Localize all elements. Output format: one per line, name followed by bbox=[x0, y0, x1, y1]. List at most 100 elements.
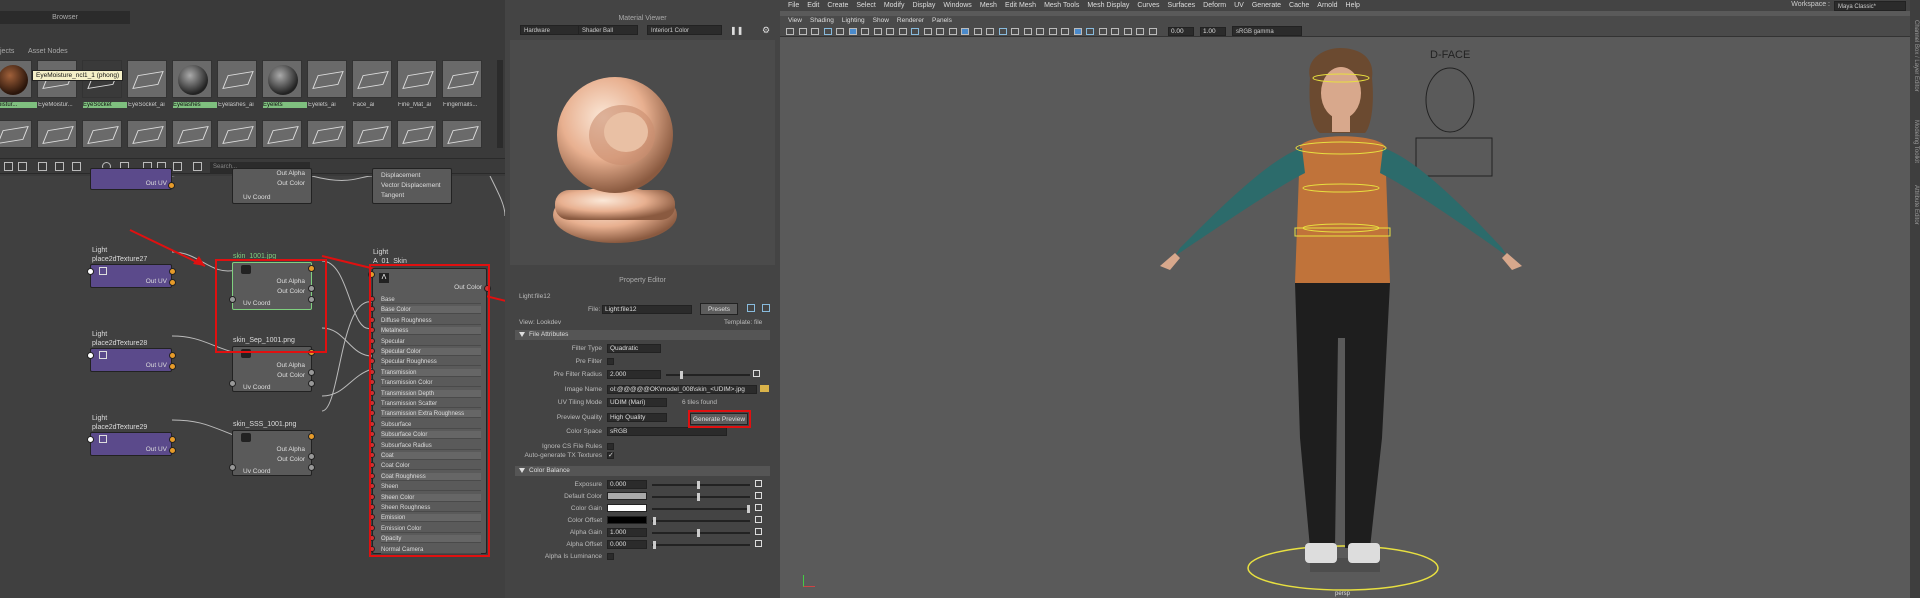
menu-item[interactable]: File bbox=[788, 2, 799, 9]
tab-attribute-editor[interactable]: Attribute Editor bbox=[1913, 185, 1919, 225]
material-swatch[interactable] bbox=[127, 120, 167, 148]
material-swatch[interactable]: Moistur... bbox=[0, 60, 37, 108]
place2d-out-port[interactable] bbox=[169, 352, 176, 359]
menu-item[interactable]: Deform bbox=[1203, 2, 1226, 9]
map-icon[interactable] bbox=[755, 516, 762, 523]
pe-color-knob[interactable] bbox=[697, 493, 700, 501]
material-swatch[interactable]: Eyelashes bbox=[172, 60, 217, 108]
viewport-tool-icon[interactable] bbox=[1023, 28, 1032, 35]
viewport-tool-icon[interactable] bbox=[1048, 28, 1057, 35]
viewport-tool-icon[interactable] bbox=[1148, 28, 1157, 35]
pe-row-checkbox[interactable]: ✓ bbox=[607, 452, 614, 459]
place2d-node[interactable]: Out UV bbox=[90, 432, 172, 456]
material-swatch[interactable] bbox=[37, 120, 77, 148]
place2d-in-port[interactable] bbox=[87, 268, 94, 275]
workspace-dropdown[interactable]: Maya Classic* bbox=[1834, 1, 1906, 11]
pe-slider[interactable] bbox=[666, 374, 750, 376]
pe-color-checkbox[interactable] bbox=[607, 553, 614, 560]
presets-button[interactable]: Presets bbox=[700, 303, 738, 315]
viewport-tool-icon[interactable] bbox=[848, 28, 857, 35]
renderer-dropdown[interactable]: Hardware bbox=[520, 25, 580, 35]
viewport-tool-icon[interactable] bbox=[948, 28, 957, 35]
pe-row-field[interactable]: ol:@@@@@OK\model_008\skin_<UDIM>.jpg bbox=[607, 385, 757, 394]
menu-item[interactable]: Windows bbox=[943, 2, 971, 9]
place2d-in-port[interactable] bbox=[87, 352, 94, 359]
viewport-tool-icon[interactable] bbox=[798, 28, 807, 35]
viewport-tool-icon[interactable] bbox=[961, 28, 969, 35]
material-swatch[interactable]: Fine_Mat_ai bbox=[397, 60, 442, 108]
viewport-value-2[interactable]: 1.00 bbox=[1200, 27, 1226, 36]
material-swatch[interactable] bbox=[352, 120, 392, 148]
environment-dropdown[interactable]: Interior1 Color bbox=[647, 25, 722, 35]
section-file-attributes[interactable]: File Attributes bbox=[515, 330, 770, 340]
file-out-port[interactable] bbox=[308, 433, 315, 440]
viewport-tool-icon[interactable] bbox=[1061, 28, 1069, 35]
pe-color-field[interactable]: 0.000 bbox=[607, 540, 647, 549]
pin-icon[interactable] bbox=[747, 304, 755, 312]
file-out-alpha-port[interactable] bbox=[308, 369, 315, 376]
pe-color-slider[interactable] bbox=[652, 532, 750, 534]
material-swatch[interactable]: Eyelets_ai bbox=[307, 60, 352, 108]
place2d-out-uv-port[interactable] bbox=[169, 279, 176, 286]
collapse-file-icon[interactable] bbox=[519, 332, 525, 337]
menu-item[interactable]: Curves bbox=[1137, 2, 1159, 9]
viewport-scene[interactable]: D-FACE persp bbox=[780, 38, 1910, 598]
viewport-menu-item[interactable]: Shading bbox=[810, 17, 834, 24]
map-icon[interactable] bbox=[755, 480, 762, 487]
viewport-tool-icon[interactable] bbox=[898, 28, 907, 35]
menu-item[interactable]: Modify bbox=[884, 2, 905, 9]
top-file-node[interactable]: Out Alpha Out Color Uv Coord bbox=[232, 168, 312, 204]
material-swatch[interactable] bbox=[82, 120, 122, 148]
menu-item[interactable]: Create bbox=[827, 2, 848, 9]
filter-icon[interactable] bbox=[173, 162, 182, 171]
menu-item[interactable]: Edit bbox=[807, 2, 819, 9]
material-swatch[interactable]: Fingernails... bbox=[442, 60, 487, 108]
viewport-tool-icon[interactable] bbox=[1011, 28, 1019, 35]
file-uv-port[interactable] bbox=[229, 464, 236, 471]
viewport-tool-icon[interactable] bbox=[886, 28, 894, 35]
material-swatch[interactable] bbox=[217, 120, 257, 148]
menu-item[interactable]: Edit Mesh bbox=[1005, 2, 1036, 9]
place2d-node[interactable]: Out UV bbox=[90, 264, 172, 288]
viewport-tool-icon[interactable] bbox=[998, 28, 1007, 35]
tab-channel-box[interactable]: Channel Box / Layer Editor bbox=[1913, 20, 1919, 92]
material-swatch[interactable]: EyeSocket_ai bbox=[127, 60, 172, 108]
place2d-out-port[interactable] bbox=[169, 436, 176, 443]
viewport-menu-item[interactable]: Show bbox=[873, 17, 889, 24]
viewport-tool-icon[interactable] bbox=[1136, 28, 1144, 35]
shape-dropdown[interactable]: Shader Ball bbox=[578, 25, 638, 35]
layout-icon[interactable] bbox=[4, 162, 13, 171]
viewport-tool-icon[interactable] bbox=[923, 28, 932, 35]
file-out-color-port[interactable] bbox=[308, 464, 315, 471]
viewport-menu-item[interactable]: Lighting bbox=[842, 17, 865, 24]
pe-row-field[interactable]: High Quality bbox=[607, 413, 667, 422]
viewport-tool-icon[interactable] bbox=[811, 28, 819, 35]
menu-item[interactable]: Arnold bbox=[1317, 2, 1337, 9]
section-color-balance[interactable]: Color Balance bbox=[515, 466, 770, 476]
viewport-tool-icon[interactable] bbox=[823, 28, 832, 35]
material-swatch[interactable]: Eyelashes_ai bbox=[217, 60, 262, 108]
top-skin-node-part[interactable]: Displacement Vector Displacement Tangent bbox=[372, 168, 452, 204]
material-swatch[interactable] bbox=[442, 120, 482, 148]
viewport-tool-icon[interactable] bbox=[1073, 28, 1082, 35]
box-icon[interactable] bbox=[193, 162, 202, 171]
top-place2d-node[interactable]: Out UV bbox=[90, 168, 172, 190]
grid-icon[interactable] bbox=[18, 162, 27, 171]
viewport-tool-icon[interactable] bbox=[986, 28, 994, 35]
pe-color-knob[interactable] bbox=[747, 505, 750, 513]
pe-row-checkbox[interactable] bbox=[607, 443, 614, 450]
focus-icon[interactable] bbox=[762, 304, 770, 312]
place2d-out-uv-port[interactable] bbox=[169, 363, 176, 370]
material-swatch[interactable]: Eyelets bbox=[262, 60, 307, 108]
collapse-color-icon[interactable] bbox=[519, 468, 525, 473]
viewport-menu-item[interactable]: Renderer bbox=[897, 17, 924, 24]
map-icon[interactable] bbox=[753, 370, 760, 377]
place2d-in-port[interactable] bbox=[87, 436, 94, 443]
pe-slider-knob[interactable] bbox=[680, 371, 683, 379]
tab-objects[interactable]: jects bbox=[0, 48, 14, 55]
viewport-menu-item[interactable]: Panels bbox=[932, 17, 952, 24]
viewport-menu-item[interactable]: View bbox=[788, 17, 802, 24]
pe-color-knob[interactable] bbox=[697, 481, 700, 489]
top-out-uv-port[interactable] bbox=[168, 182, 175, 189]
tab-asset-nodes[interactable]: Asset Nodes bbox=[28, 48, 68, 55]
